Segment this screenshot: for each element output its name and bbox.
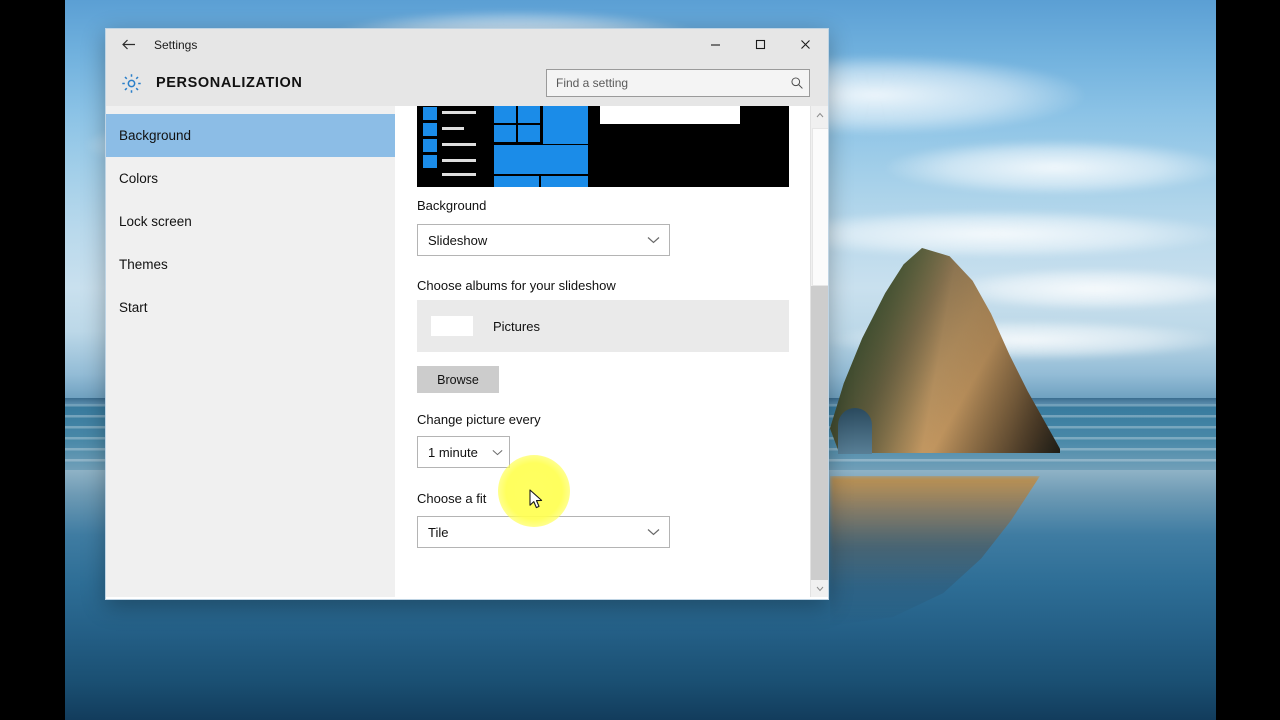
maximize-button[interactable] — [738, 29, 783, 60]
screen: Settings PERSONALIZATION Find a setting … — [0, 0, 1280, 720]
fit-dropdown[interactable]: Tile — [417, 516, 670, 548]
sidebar-item-lock-screen[interactable]: Lock screen — [106, 200, 395, 243]
sidebar-item-start[interactable]: Start — [106, 286, 395, 329]
scrollbar-track-lower[interactable] — [811, 286, 828, 580]
minimize-button[interactable] — [693, 29, 738, 60]
letterbox-left — [0, 0, 65, 720]
sidebar-item-label: Themes — [119, 257, 168, 272]
background-type-value: Slideshow — [428, 232, 488, 248]
albums-label: Choose albums for your slideshow — [417, 278, 616, 293]
album-thumbnail — [425, 309, 479, 343]
scroll-down-arrow-icon[interactable] — [811, 580, 828, 597]
sidebar-item-colors[interactable]: Colors — [106, 157, 395, 200]
window-body: Background Colors Lock screen Themes Sta… — [106, 106, 828, 597]
album-list-item[interactable]: Pictures — [417, 300, 789, 352]
sidebar-item-background[interactable]: Background — [106, 114, 395, 157]
gear-icon — [106, 72, 156, 95]
background-type-dropdown[interactable]: Slideshow — [417, 224, 670, 256]
letterbox-right — [1216, 0, 1280, 720]
scrollbar-track[interactable] — [811, 123, 828, 580]
search-icon[interactable] — [785, 76, 809, 90]
sidebar: Background Colors Lock screen Themes Sta… — [106, 106, 395, 597]
interval-label: Change picture every — [417, 412, 541, 427]
cloud — [945, 268, 1216, 310]
fit-value: Tile — [428, 524, 449, 540]
sidebar-item-label: Start — [119, 300, 148, 315]
fit-label: Choose a fit — [417, 491, 487, 506]
scroll-up-arrow-icon[interactable] — [811, 106, 828, 123]
sidebar-item-label: Colors — [119, 171, 159, 186]
window-controls — [693, 29, 828, 60]
browse-button[interactable]: Browse — [417, 366, 499, 393]
interval-dropdown[interactable]: 1 minute — [417, 436, 510, 468]
cloud — [765, 210, 1216, 258]
browse-button-label: Browse — [437, 372, 479, 387]
scrollbar-thumb[interactable] — [812, 128, 828, 286]
back-arrow-icon[interactable] — [106, 29, 150, 60]
rock-arch — [838, 408, 872, 454]
content-scroll-area: Background Slideshow Choose albums for y… — [395, 106, 811, 597]
page-title: PERSONALIZATION — [156, 75, 303, 91]
search-box[interactable] — [546, 69, 810, 97]
vertical-scrollbar[interactable] — [810, 106, 828, 597]
chevron-down-icon — [647, 237, 660, 244]
cloud — [885, 140, 1216, 195]
interval-value: 1 minute — [428, 444, 478, 460]
chevron-down-icon — [647, 529, 660, 536]
background-label: Background — [417, 198, 487, 213]
sidebar-item-themes[interactable]: Themes — [106, 243, 395, 286]
sidebar-item-label: Lock screen — [119, 214, 192, 229]
chevron-down-icon — [492, 449, 503, 455]
close-button[interactable] — [783, 29, 828, 60]
window-title: Settings — [154, 37, 198, 52]
title-bar[interactable]: Settings — [106, 29, 828, 60]
sidebar-item-label: Background — [119, 128, 192, 143]
app-header: PERSONALIZATION — [106, 60, 828, 106]
settings-content: Background Slideshow Choose albums for y… — [395, 106, 828, 597]
settings-window: Settings PERSONALIZATION Find a setting … — [105, 28, 829, 600]
search-input[interactable] — [547, 75, 785, 91]
album-name: Pictures — [493, 318, 540, 334]
